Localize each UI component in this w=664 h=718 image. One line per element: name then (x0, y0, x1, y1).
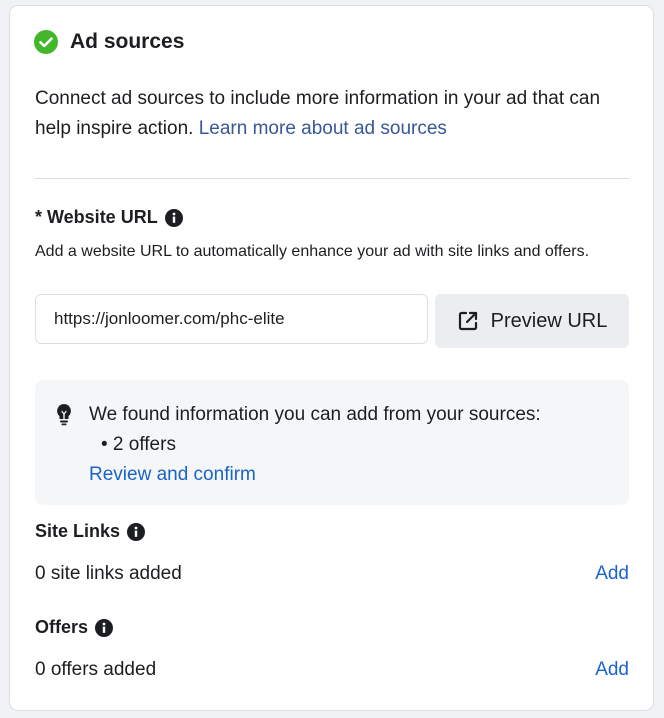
offers-status: 0 offers added (35, 659, 157, 680)
preview-url-label: Preview URL (490, 309, 608, 332)
info-icon[interactable] (127, 522, 146, 541)
section-title: Ad sources (70, 30, 185, 53)
suggestion-bullet: • 2 offers (101, 434, 176, 455)
external-link-icon (457, 310, 479, 332)
ad-sources-card: Ad sources Connect ad sources to include… (10, 6, 653, 710)
site-links-label-text: Site Links (35, 521, 121, 541)
website-url-input[interactable] (35, 294, 428, 344)
check-circle-icon (34, 30, 58, 54)
preview-url-button[interactable]: Preview URL (435, 294, 629, 348)
lightbulb-icon (54, 402, 74, 426)
website-url-label-text: * Website URL (35, 207, 158, 227)
site-links-status: 0 site links added (35, 563, 182, 584)
learn-more-link[interactable]: Learn more about ad sources (199, 118, 447, 139)
intro-text: Connect ad sources to include more infor… (35, 84, 635, 144)
info-icon[interactable] (95, 618, 114, 637)
info-icon[interactable] (164, 208, 183, 227)
website-url-help: Add a website URL to automatically enhan… (35, 243, 590, 260)
suggestion-text: We found information you can add from yo… (89, 404, 541, 425)
divider (35, 178, 629, 179)
website-url-label: * Website URL (35, 207, 183, 228)
add-offers-link[interactable]: Add (595, 659, 629, 681)
site-links-label: Site Links (35, 521, 146, 542)
offers-label-text: Offers (35, 617, 89, 637)
section-header: Ad sources (34, 30, 184, 54)
add-site-links-link[interactable]: Add (595, 563, 629, 585)
suggestion-box: We found information you can add from yo… (35, 380, 629, 505)
review-and-confirm-link[interactable]: Review and confirm (89, 460, 256, 490)
offers-label: Offers (35, 617, 114, 638)
